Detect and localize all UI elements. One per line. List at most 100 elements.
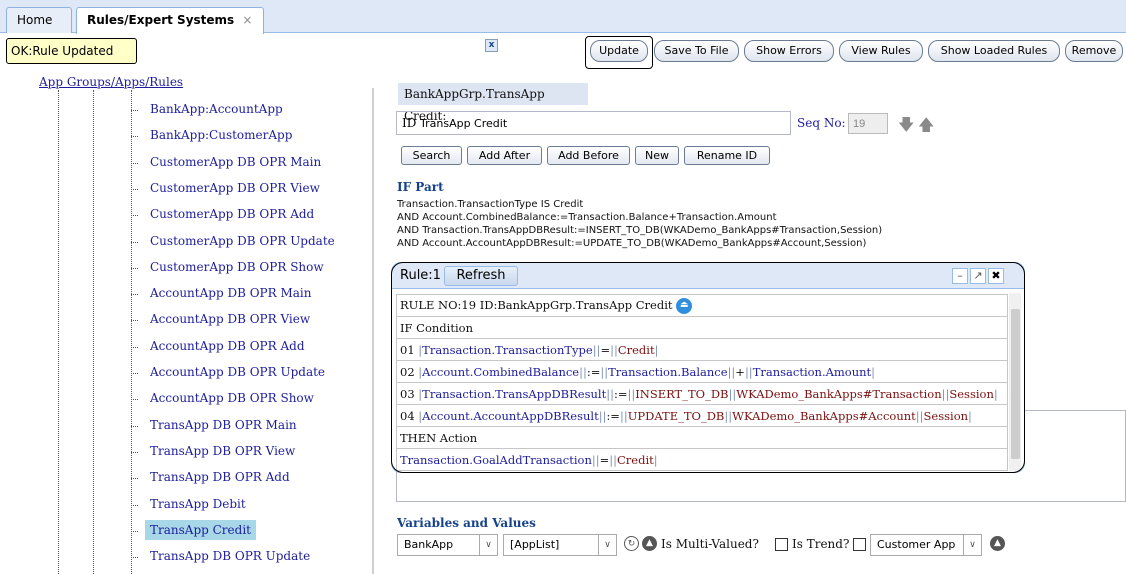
- tree-item[interactable]: AccountApp DB OPR Show: [150, 391, 314, 405]
- tab-rules-label: Rules/Expert Systems: [87, 13, 235, 27]
- status-message: OK:Rule Updated: [6, 38, 137, 64]
- tree-item[interactable]: BankApp:AccountApp: [150, 102, 283, 116]
- condition-row-2: 02 |Account.CombinedBalance||:=||Transac…: [396, 360, 1008, 383]
- if-part-text[interactable]: Transaction.TransactionType IS Credit AN…: [397, 198, 1117, 250]
- show-loaded-rules-button[interactable]: Show Loaded Rules: [928, 40, 1060, 62]
- tree-item[interactable]: TransApp DB OPR Update: [150, 549, 310, 563]
- tree-connector: [131, 162, 138, 164]
- popup-title: Rule:1: [400, 268, 441, 283]
- condition-operator: =: [600, 342, 611, 357]
- condition-token: Account.CombinedBalance: [422, 364, 580, 379]
- action-operator: =: [599, 452, 610, 467]
- view-rules-button[interactable]: View Rules: [839, 40, 923, 62]
- condition-token: Transaction.TransAppDBResult: [422, 386, 607, 401]
- chevron-down-icon: ∨: [479, 535, 497, 555]
- search-button[interactable]: Search: [401, 146, 462, 165]
- show-errors-button[interactable]: Show Errors: [744, 40, 834, 62]
- customer-app-select[interactable]: Customer App ∨: [870, 534, 982, 556]
- new-button[interactable]: New: [635, 146, 679, 165]
- tree-connector: [131, 136, 138, 138]
- tree-connector: [131, 373, 138, 374]
- tree-item[interactable]: TransApp DB OPR Main: [150, 418, 297, 432]
- action-token: Transaction.GoalAddTransaction: [400, 452, 592, 467]
- tree-item[interactable]: TransApp DB OPR Add: [150, 470, 290, 484]
- chevron-down-icon: ∨: [963, 535, 981, 555]
- popup-scrollbar-thumb[interactable]: [1011, 309, 1020, 459]
- customer-app-checkbox[interactable]: [853, 538, 866, 551]
- tree-root-link[interactable]: App Groups/Apps/Rules: [39, 75, 183, 89]
- condition-token: Transaction.TransactionType: [422, 342, 593, 357]
- tree-item[interactable]: AccountApp DB OPR Update: [150, 365, 325, 379]
- condition-num: 02: [400, 364, 419, 379]
- table-row: 04 |Account.AccountAppDBResult||:=||UPDA…: [396, 404, 1008, 427]
- tab-close-icon[interactable]: ×: [242, 13, 252, 27]
- update-button[interactable]: Update: [590, 40, 648, 62]
- rule-detail-table: RULE NO:19 ID:BankAppGrp.TransApp Credit…: [396, 294, 1008, 471]
- condition-token: Account.AccountAppDBResult: [422, 408, 599, 423]
- add-before-button[interactable]: Add Before: [547, 146, 630, 165]
- tree-connector: [131, 530, 138, 532]
- tree-connector: [131, 320, 138, 322]
- tree-item[interactable]: BankApp:CustomerApp: [150, 128, 292, 142]
- tree-item[interactable]: CustomerApp DB OPR Show: [150, 260, 324, 274]
- status-close-icon[interactable]: x: [485, 39, 498, 52]
- tree-connector: [131, 267, 138, 269]
- tree-item[interactable]: AccountApp DB OPR Main: [150, 286, 311, 300]
- tree-item[interactable]: CustomerApp DB OPR View: [150, 181, 320, 195]
- tree-item[interactable]: AccountApp DB OPR Add: [150, 339, 305, 353]
- collapse-up-icon[interactable]: ⏏: [676, 297, 693, 314]
- tree-connector: [131, 504, 138, 506]
- tree-connector: [131, 346, 138, 348]
- if-part-title: IF Part: [397, 180, 444, 194]
- panel-splitter[interactable]: [372, 88, 374, 574]
- then-action-label: THEN Action: [396, 426, 1008, 449]
- id-input[interactable]: [420, 114, 788, 132]
- table-row: 02 |Account.CombinedBalance||:=||Transac…: [396, 360, 1008, 383]
- chevron-down-icon: ∨: [598, 535, 616, 555]
- condition-token: WKADemo_BankApps#Transaction: [736, 386, 942, 401]
- if-line: AND Account.CombinedBalance:=Transaction…: [397, 212, 777, 223]
- popout-icon[interactable]: ↗: [970, 268, 986, 284]
- tab-home-label: Home: [17, 13, 53, 27]
- tree-item[interactable]: CustomerApp DB OPR Main: [150, 155, 321, 169]
- minimize-icon[interactable]: –: [952, 268, 968, 284]
- move-down-icon[interactable]: 🡇: [898, 114, 914, 141]
- condition-token: Transaction.Amount: [752, 364, 872, 379]
- move-up-icon[interactable]: 🡅: [918, 114, 934, 141]
- remove-button[interactable]: Remove: [1065, 40, 1123, 62]
- app-select[interactable]: BankApp ∨: [397, 534, 498, 556]
- tree-guide-line: [58, 90, 59, 574]
- tree-item[interactable]: TransApp DB OPR View: [150, 444, 295, 458]
- close-icon[interactable]: ✖: [988, 268, 1004, 284]
- tree-item[interactable]: TransApp Debit: [150, 497, 246, 511]
- condition-token: Credit: [617, 342, 655, 357]
- refresh-button[interactable]: Refresh: [444, 266, 518, 286]
- tab-rules-expert-systems[interactable]: Rules/Expert Systems ×: [76, 7, 264, 34]
- refresh-icon[interactable]: ↻: [624, 536, 639, 551]
- applist-select-value: [AppList]: [510, 538, 560, 551]
- condition-token: Transaction.Balance: [608, 364, 728, 379]
- multi-valued-label: Is Multi-Valued?: [661, 537, 759, 551]
- seq-no-label: Seq No:: [797, 116, 846, 130]
- condition-operator: :=: [586, 364, 601, 379]
- tree-connector: [131, 557, 138, 559]
- table-row: 01 |Transaction.TransactionType||=||Cred…: [396, 338, 1008, 361]
- condition-row-3: 03 |Transaction.TransAppDBResult||:=||IN…: [396, 382, 1008, 405]
- seq-no-input[interactable]: [848, 113, 888, 134]
- save-to-file-button[interactable]: Save To File: [654, 40, 739, 62]
- is-trend-checkbox[interactable]: [775, 538, 788, 551]
- tree-item[interactable]: TransApp Credit: [145, 519, 256, 540]
- collapse-up-icon[interactable]: ▲: [642, 536, 657, 551]
- applist-select[interactable]: [AppList] ∨: [503, 534, 617, 556]
- tree-guide-line: [93, 90, 94, 574]
- tree-item[interactable]: CustomerApp DB OPR Update: [150, 234, 335, 248]
- action-row-1: Transaction.GoalAddTransaction||=||Credi…: [396, 448, 1008, 471]
- add-after-button[interactable]: Add After: [467, 146, 542, 165]
- tree-connector: [131, 294, 138, 296]
- rename-id-button[interactable]: Rename ID: [684, 146, 770, 165]
- tree-item[interactable]: CustomerApp DB OPR Add: [150, 207, 314, 221]
- collapse-up-icon[interactable]: ▲: [990, 536, 1005, 551]
- tree-item[interactable]: AccountApp DB OPR View: [150, 312, 310, 326]
- tab-home[interactable]: Home: [6, 7, 72, 33]
- table-row: Transaction.GoalAddTransaction||=||Credi…: [396, 448, 1008, 471]
